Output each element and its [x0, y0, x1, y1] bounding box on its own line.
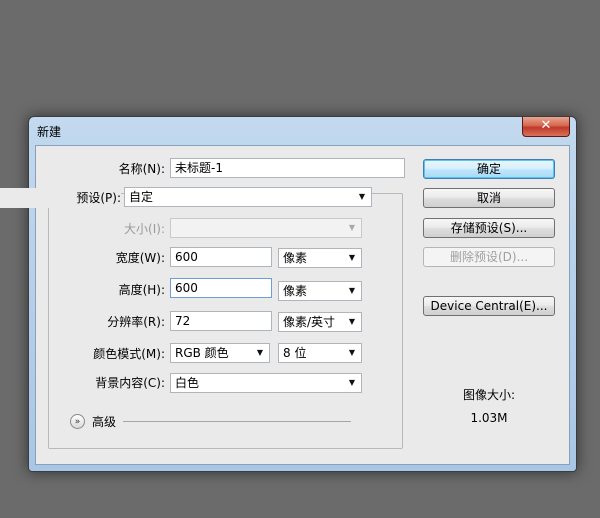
width-value: 600	[175, 250, 198, 264]
device-central-button[interactable]: Device Central(E)...	[423, 296, 555, 316]
save-preset-button[interactable]: 存储预设(S)...	[423, 218, 555, 238]
image-size-value: 1.03M	[470, 411, 508, 425]
chevron-down-icon: ▼	[348, 223, 356, 232]
chevron-down-icon: ▼	[256, 348, 264, 357]
name-label: 名称(N):	[118, 162, 165, 176]
color-mode-select[interactable]: RGB 颜色 ▼	[170, 343, 270, 363]
delete-preset-button: 删除预设(D)...	[423, 247, 555, 267]
chevron-down-icon: ▼	[348, 348, 356, 357]
width-input[interactable]: 600	[170, 247, 272, 267]
preset-value: 自定	[129, 190, 154, 204]
advanced-divider	[123, 421, 351, 422]
resolution-input[interactable]: 72	[170, 311, 272, 331]
cancel-button[interactable]: 取消	[423, 188, 555, 208]
background-value: 白色	[175, 376, 200, 390]
width-unit-value: 像素	[283, 251, 308, 265]
size-select: ▼	[170, 218, 362, 238]
name-value: 未标题-1	[175, 161, 223, 175]
advanced-label: 高级	[92, 415, 117, 429]
image-size-label: 图像大小:	[462, 388, 516, 402]
color-mode-value: RGB 颜色	[175, 346, 229, 360]
size-label: 大小(I):	[124, 222, 165, 236]
double-chevron-down-icon[interactable]: »	[70, 414, 85, 429]
width-unit-select[interactable]: 像素 ▼	[278, 248, 362, 268]
chevron-down-icon: ▼	[358, 192, 366, 201]
preset-select[interactable]: 自定 ▼	[124, 187, 372, 207]
resolution-unit-select[interactable]: 像素/英寸 ▼	[278, 312, 362, 332]
background-label: 背景内容(C):	[95, 376, 165, 390]
background-select[interactable]: 白色 ▼	[170, 373, 362, 393]
resolution-label: 分辨率(R):	[107, 315, 165, 329]
color-mode-label: 颜色模式(M):	[93, 347, 165, 361]
height-value: 600	[175, 281, 198, 295]
preset-label: 预设(P):	[0, 188, 121, 208]
height-unit-value: 像素	[283, 284, 308, 298]
ok-button[interactable]: 确定	[423, 159, 555, 179]
bit-depth-value: 8 位	[283, 346, 307, 360]
chevron-down-icon: ▼	[348, 253, 356, 262]
resolution-unit-value: 像素/英寸	[283, 315, 336, 329]
height-unit-select[interactable]: 像素 ▼	[278, 281, 362, 301]
chevron-down-icon: ▼	[348, 317, 356, 326]
name-input[interactable]: 未标题-1	[170, 158, 405, 178]
chevron-down-icon: ▼	[348, 286, 356, 295]
height-input[interactable]: 600	[170, 278, 272, 298]
resolution-value: 72	[175, 314, 191, 328]
bit-depth-select[interactable]: 8 位 ▼	[278, 343, 362, 363]
height-label: 高度(H):	[118, 283, 165, 297]
width-label: 宽度(W):	[115, 251, 165, 265]
chevron-down-icon: ▼	[348, 378, 356, 387]
